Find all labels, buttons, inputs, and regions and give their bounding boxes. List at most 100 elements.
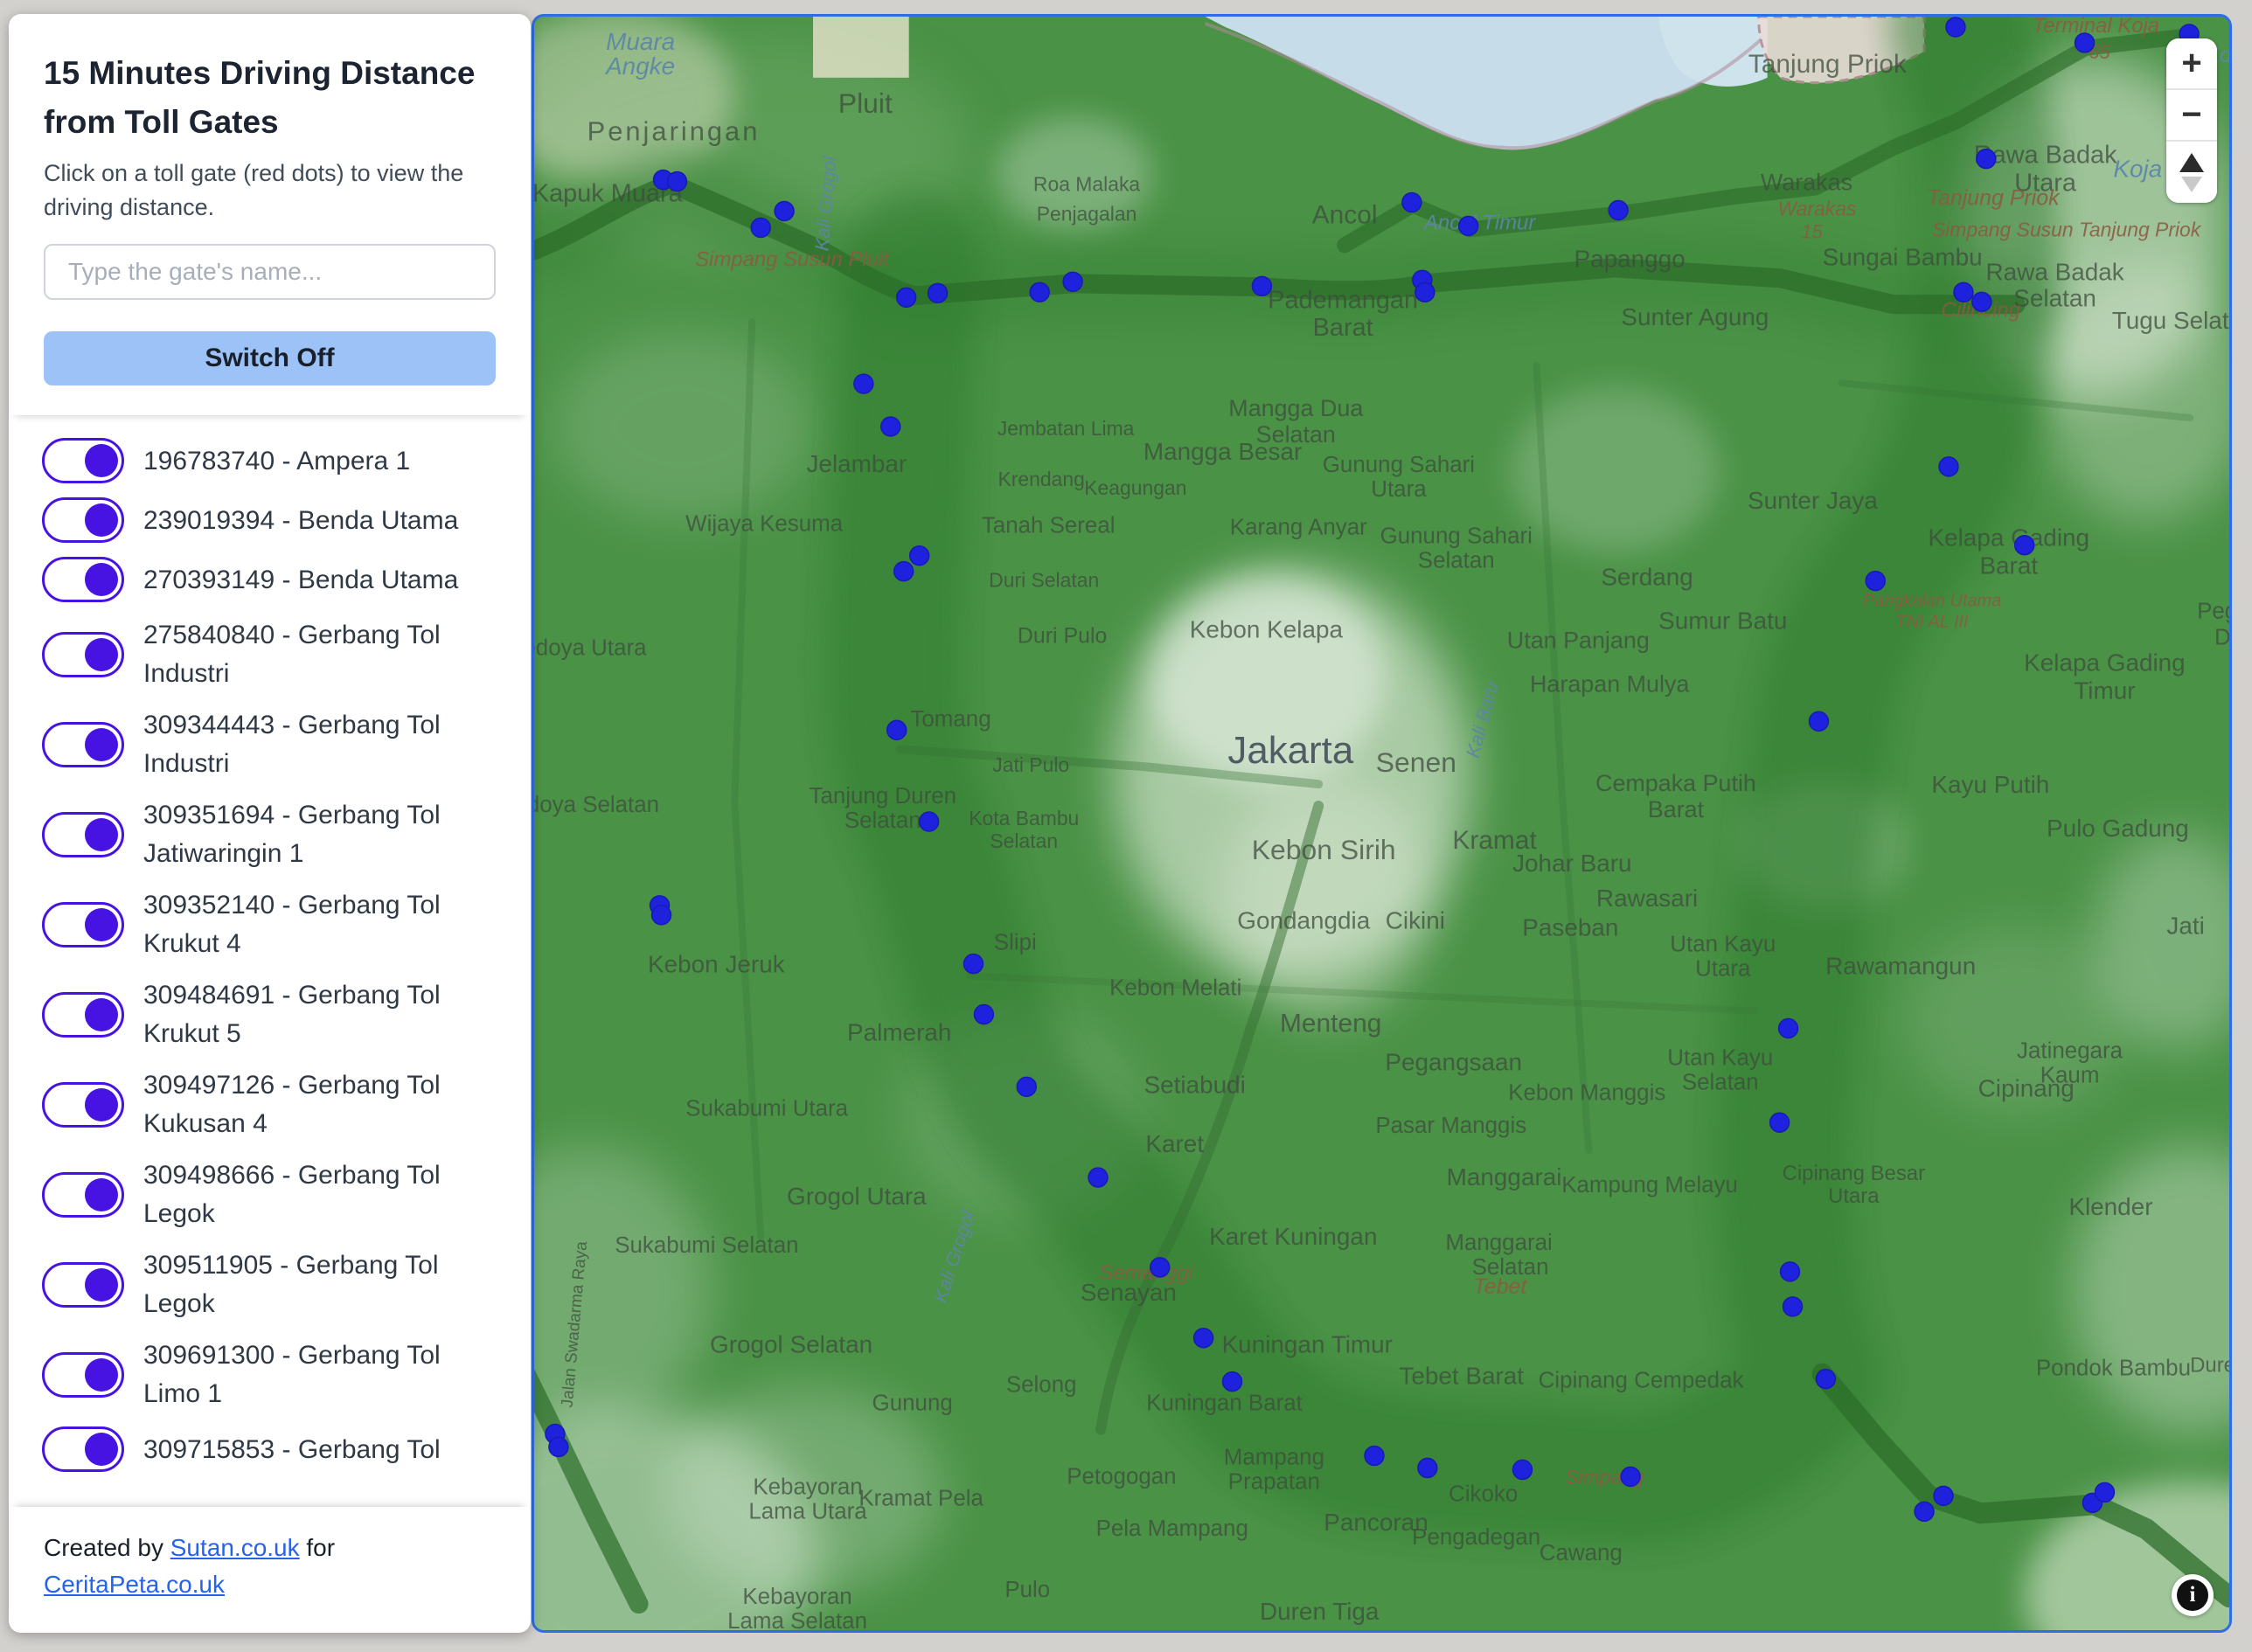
toll-gate-marker[interactable] (894, 562, 914, 581)
toll-gate-marker[interactable] (1459, 217, 1478, 236)
toll-gate-marker[interactable] (1194, 1329, 1213, 1348)
toll-gate-marker[interactable] (1809, 711, 1828, 731)
toll-gate-marker[interactable] (1063, 272, 1082, 291)
map-place-label: Kramat Pela (858, 1486, 984, 1510)
gate-toggle[interactable] (42, 438, 124, 483)
gate-toggle[interactable] (42, 1352, 124, 1398)
gate-toggle[interactable] (42, 1426, 124, 1472)
toggle-knob (85, 1358, 118, 1392)
toll-gate-marker[interactable] (854, 374, 873, 393)
toll-gate-row: 275840840 - Gerbang Tol Industri (42, 616, 497, 692)
toll-gate-marker[interactable] (1150, 1258, 1170, 1277)
toll-gate-marker[interactable] (1223, 1372, 1242, 1392)
toll-gate-marker[interactable] (1816, 1370, 1835, 1389)
toll-gate-marker[interactable] (1977, 149, 1996, 169)
gate-toggle[interactable] (42, 992, 124, 1038)
map-place-label: Kebon Kelapa (1190, 615, 1344, 642)
map-place-label: Ancol (1312, 200, 1378, 229)
pitch-toggle-button[interactable] (2166, 142, 2217, 203)
toll-gate-marker[interactable] (1609, 201, 1628, 220)
gate-toggle[interactable] (42, 902, 124, 947)
toll-gate-marker[interactable] (963, 954, 983, 974)
toll-gate-marker[interactable] (1770, 1113, 1790, 1132)
gate-toggle[interactable] (42, 812, 124, 857)
toggle-knob (85, 818, 118, 851)
toll-gate-marker[interactable] (775, 202, 794, 221)
zoom-out-button[interactable]: − (2166, 90, 2217, 140)
map-place-label: Mangga Dua (1228, 395, 1363, 421)
toll-gate-marker[interactable] (1939, 457, 1958, 476)
toll-gate-marker[interactable] (1415, 282, 1435, 302)
toll-gate-marker[interactable] (928, 283, 948, 302)
toll-gate-marker[interactable] (2095, 1482, 2114, 1502)
toll-gate-marker[interactable] (1365, 1446, 1384, 1465)
map-place-label: Cikini (1386, 907, 1445, 934)
map-place-label: Petogogan (1067, 1464, 1176, 1489)
map-place-label: Tanjung Duren (810, 784, 957, 809)
toll-gate-marker[interactable] (920, 812, 939, 831)
zoom-in-button[interactable]: + (2166, 38, 2217, 88)
toll-gate-marker[interactable] (1418, 1458, 1437, 1477)
gate-toggle[interactable] (42, 1082, 124, 1128)
toll-gate-list[interactable]: 196783740 - Ampera 1239019394 - Benda Ut… (9, 415, 531, 1507)
toggle-knob (85, 998, 118, 1031)
toll-gate-marker[interactable] (897, 288, 916, 307)
toll-gate-marker[interactable] (1779, 1019, 1798, 1038)
gate-toggle[interactable] (42, 497, 124, 543)
toll-gate-row: 309351694 - Gerbang Tol Jatiwaringin 1 (42, 796, 497, 872)
gate-toggle[interactable] (42, 557, 124, 602)
toll-gate-marker[interactable] (887, 720, 907, 739)
toll-gate-marker[interactable] (974, 1005, 993, 1024)
toll-gate-marker[interactable] (2075, 33, 2095, 52)
toll-gate-marker[interactable] (1621, 1467, 1640, 1486)
toll-gate-marker[interactable] (1781, 1262, 1800, 1281)
map-canvas[interactable]: MuaraAngkePluitPenjaringanKapuk MuaraSim… (532, 14, 2232, 1633)
toll-gate-marker[interactable] (751, 219, 770, 238)
gate-toggle[interactable] (42, 1262, 124, 1308)
toll-gate-marker[interactable] (1954, 282, 1973, 302)
toll-gate-marker[interactable] (1030, 282, 1049, 302)
map-place-label: Sukabumi Utara (685, 1096, 848, 1121)
toll-gate-marker[interactable] (1783, 1297, 1803, 1316)
map-place-label: Paseban (1522, 914, 1618, 941)
toll-gate-marker[interactable] (1934, 1486, 1953, 1505)
attribution-button[interactable]: i (2172, 1574, 2214, 1616)
map-place-label: Koja (2113, 156, 2162, 183)
toll-gate-marker[interactable] (1017, 1077, 1036, 1096)
map-place-label: Lama Selatan (727, 1609, 867, 1630)
toll-gate-marker[interactable] (652, 906, 671, 925)
toll-gate-marker[interactable] (1915, 1502, 1934, 1521)
toll-gate-marker[interactable] (1252, 276, 1271, 295)
gate-search-input[interactable] (44, 244, 496, 300)
map-place-label: Kampung Melayu (1561, 1173, 1738, 1197)
map-place-label: Kuningan Timur (1222, 1331, 1393, 1358)
toll-gate-marker[interactable] (2015, 536, 2034, 555)
map-place-label: TNI AL III (1896, 612, 1970, 631)
toll-gate-marker[interactable] (1513, 1460, 1533, 1479)
gate-label: 196783740 - Ampera 1 (143, 442, 410, 481)
map-place-label: Setiabudi (1144, 1071, 1246, 1098)
gate-label: 309691300 - Gerbang Tol Limo 1 (143, 1336, 497, 1413)
gate-toggle[interactable] (42, 1172, 124, 1218)
map-svg[interactable]: MuaraAngkePluitPenjaringanKapuk MuaraSim… (534, 17, 2229, 1630)
toll-gate-marker[interactable] (1088, 1168, 1108, 1187)
toll-gate-marker[interactable] (881, 417, 900, 436)
toll-gate-marker[interactable] (910, 546, 929, 566)
toll-gate-marker[interactable] (1402, 193, 1421, 212)
toll-gate-row: 309344443 - Gerbang Tol Industri (42, 706, 497, 782)
toll-gate-marker[interactable] (1946, 17, 1965, 37)
toll-gate-marker[interactable] (1972, 292, 1991, 311)
gate-toggle[interactable] (42, 722, 124, 767)
map-place-label: Senayan (1081, 1279, 1177, 1306)
map-place-label: Warakas (1777, 197, 1856, 219)
credits-link-sutan[interactable]: Sutan.co.uk (170, 1534, 300, 1561)
credits-link-ceritapeta[interactable]: CeritaPeta.co.uk (44, 1571, 225, 1598)
map-place-label: Pegangsaan (2197, 599, 2229, 623)
gate-label: 309352140 - Gerbang Tol Krukut 4 (143, 886, 497, 962)
switch-off-button[interactable]: Switch Off (44, 331, 496, 385)
toll-gate-marker[interactable] (549, 1437, 568, 1456)
gate-toggle[interactable] (42, 632, 124, 677)
toll-gate-marker[interactable] (668, 172, 687, 191)
toll-gate-marker[interactable] (1866, 572, 1885, 591)
map-place-label: Kebon Melati (1109, 976, 1241, 1001)
